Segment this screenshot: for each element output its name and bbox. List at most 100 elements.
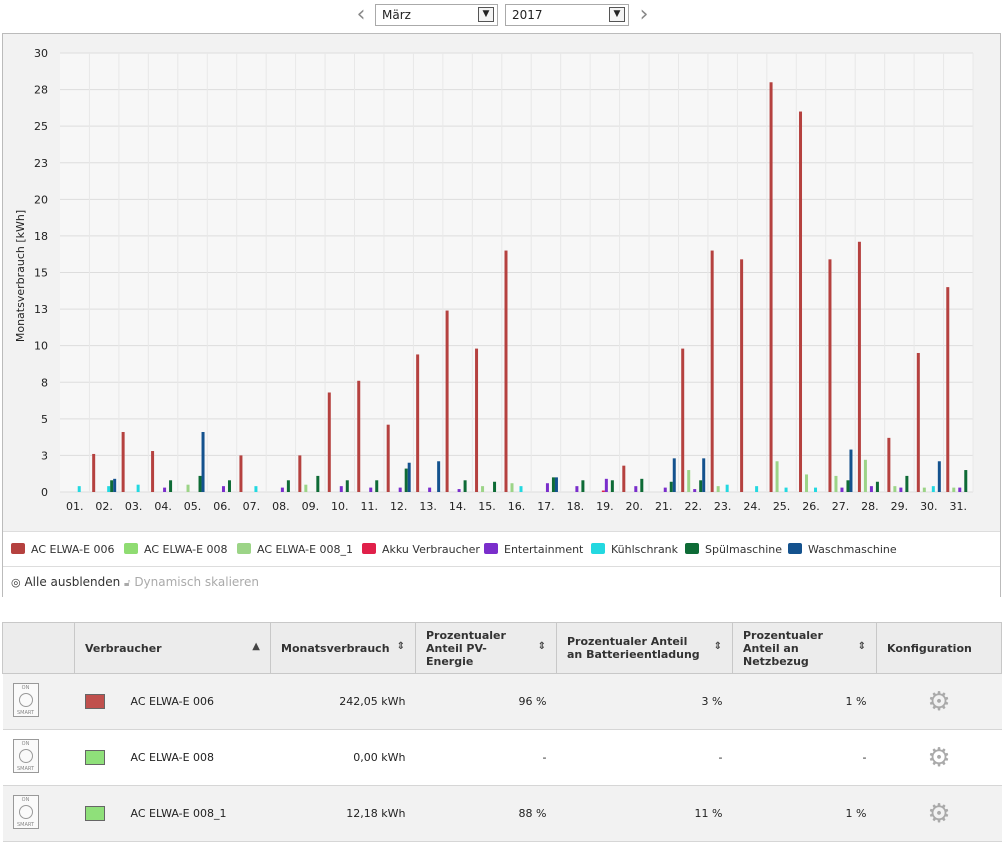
bar[interactable] [716, 486, 720, 492]
bar[interactable] [121, 432, 125, 492]
gear-icon[interactable]: ⚙ [927, 799, 950, 829]
bar[interactable] [725, 484, 729, 492]
header-battery-share[interactable]: Prozentualer Anteil an Batterieentladung… [556, 622, 733, 674]
bar[interactable] [554, 477, 558, 492]
bar[interactable] [404, 468, 408, 492]
bar[interactable] [327, 392, 331, 492]
bar[interactable] [710, 250, 714, 492]
bar[interactable] [201, 432, 205, 492]
legend-item[interactable]: AC ELWA-E 006 [11, 543, 115, 557]
legend-item[interactable]: AC ELWA-E 008 [124, 543, 228, 557]
gear-icon[interactable]: ⚙ [927, 743, 950, 773]
bar[interactable] [357, 380, 361, 492]
bar[interactable] [169, 480, 173, 492]
bar[interactable] [221, 486, 225, 492]
year-select[interactable]: 2017 ▼ [505, 4, 629, 26]
bar[interactable] [622, 465, 626, 492]
bar[interactable] [254, 486, 258, 492]
bar[interactable] [304, 484, 308, 492]
bar[interactable] [875, 481, 879, 492]
bar[interactable] [893, 486, 897, 492]
bar[interactable] [493, 481, 497, 492]
bar[interactable] [416, 354, 420, 492]
bar[interactable] [634, 486, 638, 492]
legend-item[interactable]: AC ELWA-E 008_1 [237, 543, 353, 557]
bar[interactable] [740, 259, 744, 492]
bar[interactable] [163, 487, 167, 492]
bar[interactable] [286, 480, 290, 492]
next-month-button[interactable]: › [634, 4, 654, 28]
bar[interactable] [375, 480, 379, 492]
bar[interactable] [457, 489, 461, 492]
chevron-down-icon[interactable]: ▼ [478, 7, 494, 22]
bar[interactable] [107, 486, 111, 492]
bar[interactable] [604, 478, 608, 492]
bar[interactable] [186, 484, 190, 492]
legend-item[interactable]: Akku Verbraucher [362, 543, 480, 557]
bar[interactable] [239, 455, 243, 492]
legend-item[interactable]: Waschmaschine [788, 543, 897, 557]
bar[interactable] [699, 480, 703, 492]
bar[interactable] [663, 487, 667, 492]
sort-icon[interactable]: ⇕ [714, 641, 722, 652]
bar[interactable] [828, 259, 832, 492]
sort-icon[interactable]: ⇕ [538, 641, 546, 652]
bar[interactable] [407, 462, 411, 492]
bar[interactable] [964, 470, 968, 492]
header-monthly-consumption[interactable]: Monatsverbrauch ⇕ [270, 622, 416, 674]
bar[interactable] [545, 483, 549, 492]
bar[interactable] [702, 458, 706, 492]
bar[interactable] [857, 241, 861, 492]
bar[interactable] [922, 487, 926, 492]
chevron-down-icon[interactable]: ▼ [609, 7, 625, 22]
bar[interactable] [113, 478, 117, 492]
bar[interactable] [952, 487, 956, 492]
bar[interactable] [386, 424, 390, 492]
bar[interactable] [398, 487, 402, 492]
bar[interactable] [136, 484, 140, 492]
bar[interactable] [519, 486, 523, 492]
bar[interactable] [869, 486, 873, 492]
bar[interactable] [601, 490, 605, 492]
bar[interactable] [905, 475, 909, 492]
bar[interactable] [581, 480, 585, 492]
header-grid-share[interactable]: Prozentualer Anteil an Netzbezug ⇕ [732, 622, 877, 674]
bar[interactable] [931, 486, 935, 492]
bar[interactable] [298, 455, 302, 492]
legend-item[interactable]: Spülmaschine [685, 543, 782, 557]
bar[interactable] [339, 486, 343, 492]
legend-item[interactable]: Kühlschrank [591, 543, 678, 557]
bar[interactable] [475, 348, 479, 492]
sort-icon[interactable]: ⇕ [858, 641, 866, 652]
bar[interactable] [151, 451, 155, 492]
bar[interactable] [846, 480, 850, 492]
header-consumer[interactable]: Verbraucher ▲ [74, 622, 271, 674]
month-select[interactable]: März ▼ [375, 4, 498, 26]
header-pv-share[interactable]: Prozentualer Anteil PV-Energie ⇕ [415, 622, 557, 674]
bar[interactable] [445, 310, 449, 492]
bar[interactable] [280, 487, 284, 492]
bar[interactable] [814, 487, 818, 492]
bar[interactable] [834, 475, 838, 492]
bar[interactable] [77, 486, 81, 492]
bar[interactable] [575, 486, 579, 492]
bar[interactable] [769, 82, 773, 492]
bar[interactable] [110, 480, 114, 492]
bar[interactable] [428, 487, 432, 492]
bar[interactable] [510, 483, 514, 492]
bar[interactable] [899, 487, 903, 492]
bar[interactable] [840, 487, 844, 492]
bar[interactable] [916, 352, 920, 492]
bar[interactable] [687, 470, 691, 492]
bar[interactable] [551, 477, 555, 492]
bar[interactable] [92, 453, 96, 492]
bar[interactable] [775, 461, 779, 492]
sort-asc-icon[interactable]: ▲ [252, 641, 260, 652]
bar[interactable] [504, 250, 508, 492]
bar[interactable] [755, 486, 759, 492]
gear-icon[interactable]: ⚙ [927, 687, 950, 717]
bar[interactable] [693, 489, 697, 492]
bar[interactable] [227, 480, 231, 492]
hide-all-button[interactable]: ◎ Alle ausblenden [11, 575, 120, 590]
bar[interactable] [463, 480, 467, 492]
